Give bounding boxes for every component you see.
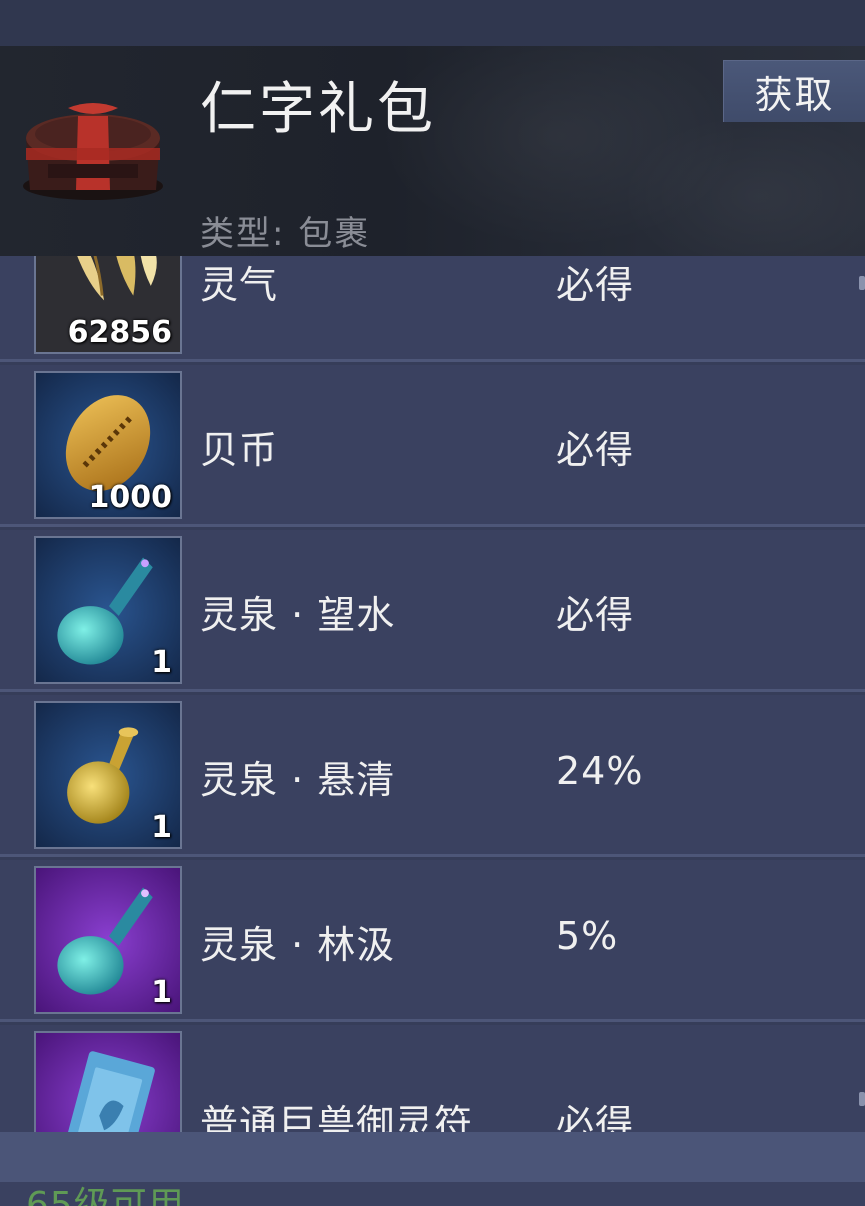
level-requirement: 65级可用 bbox=[26, 1185, 185, 1206]
item-drop-chance: 必得 bbox=[556, 263, 635, 307]
item-quantity: 1 bbox=[151, 810, 172, 845]
item-drop-chance: 必得 bbox=[556, 428, 635, 472]
gold-flask-icon: 1 bbox=[34, 701, 182, 849]
item-name: 普通巨兽御灵符 bbox=[200, 1102, 474, 1132]
item-name: 灵泉 · 悬清 bbox=[200, 758, 396, 802]
scrollbar-thumb[interactable] bbox=[859, 1092, 865, 1106]
item-name: 贝币 bbox=[200, 428, 279, 472]
list-item[interactable]: 1000 贝币 必得 bbox=[0, 365, 865, 527]
item-quantity: 1 bbox=[151, 975, 172, 1010]
list-item[interactable]: 1 灵泉 · 悬清 24% bbox=[0, 695, 865, 857]
top-strip bbox=[0, 0, 865, 46]
package-type: 类型: 包裹 bbox=[200, 214, 371, 254]
beast-talisman-icon bbox=[34, 1031, 182, 1132]
item-detail-panel: 62856 灵气 必得 1000 贝币 必得 1 灵泉 · 望水 必得 1 灵泉… bbox=[0, 0, 865, 1206]
list-item[interactable]: 1 灵泉 · 林汲 5% bbox=[0, 860, 865, 1022]
item-drop-chance: 必得 bbox=[556, 593, 635, 637]
item-name: 灵气 bbox=[200, 263, 279, 307]
reward-list[interactable]: 62856 灵气 必得 1000 贝币 必得 1 灵泉 · 望水 必得 1 灵泉… bbox=[0, 200, 865, 1132]
blue-gourd-icon: 1 bbox=[34, 536, 182, 684]
scrollbar-thumb[interactable] bbox=[859, 276, 865, 290]
item-drop-chance: 必得 bbox=[556, 1102, 635, 1132]
list-item[interactable]: 普通巨兽御灵符 必得 bbox=[0, 1025, 865, 1132]
item-name: 灵泉 · 林汲 bbox=[200, 923, 396, 967]
footer-divider-bar bbox=[0, 1132, 865, 1182]
item-quantity: 1000 bbox=[88, 480, 173, 515]
obtain-button[interactable]: 获取 bbox=[723, 60, 865, 122]
package-header: 仁字礼包 类型: 包裹 获取 bbox=[0, 46, 865, 256]
footer: 65级可用 bbox=[0, 1182, 865, 1206]
list-item[interactable]: 1 灵泉 · 望水 必得 bbox=[0, 530, 865, 692]
item-name: 灵泉 · 望水 bbox=[200, 593, 396, 637]
item-drop-chance: 24% bbox=[556, 749, 644, 793]
item-drop-chance: 5% bbox=[556, 914, 619, 958]
shell-coin-icon: 1000 bbox=[34, 371, 182, 519]
blue-gourd-icon: 1 bbox=[34, 866, 182, 1014]
package-title: 仁字礼包 bbox=[200, 77, 436, 142]
item-quantity: 1 bbox=[151, 645, 172, 680]
gift-box-icon bbox=[23, 103, 163, 200]
item-quantity: 62856 bbox=[67, 315, 172, 350]
